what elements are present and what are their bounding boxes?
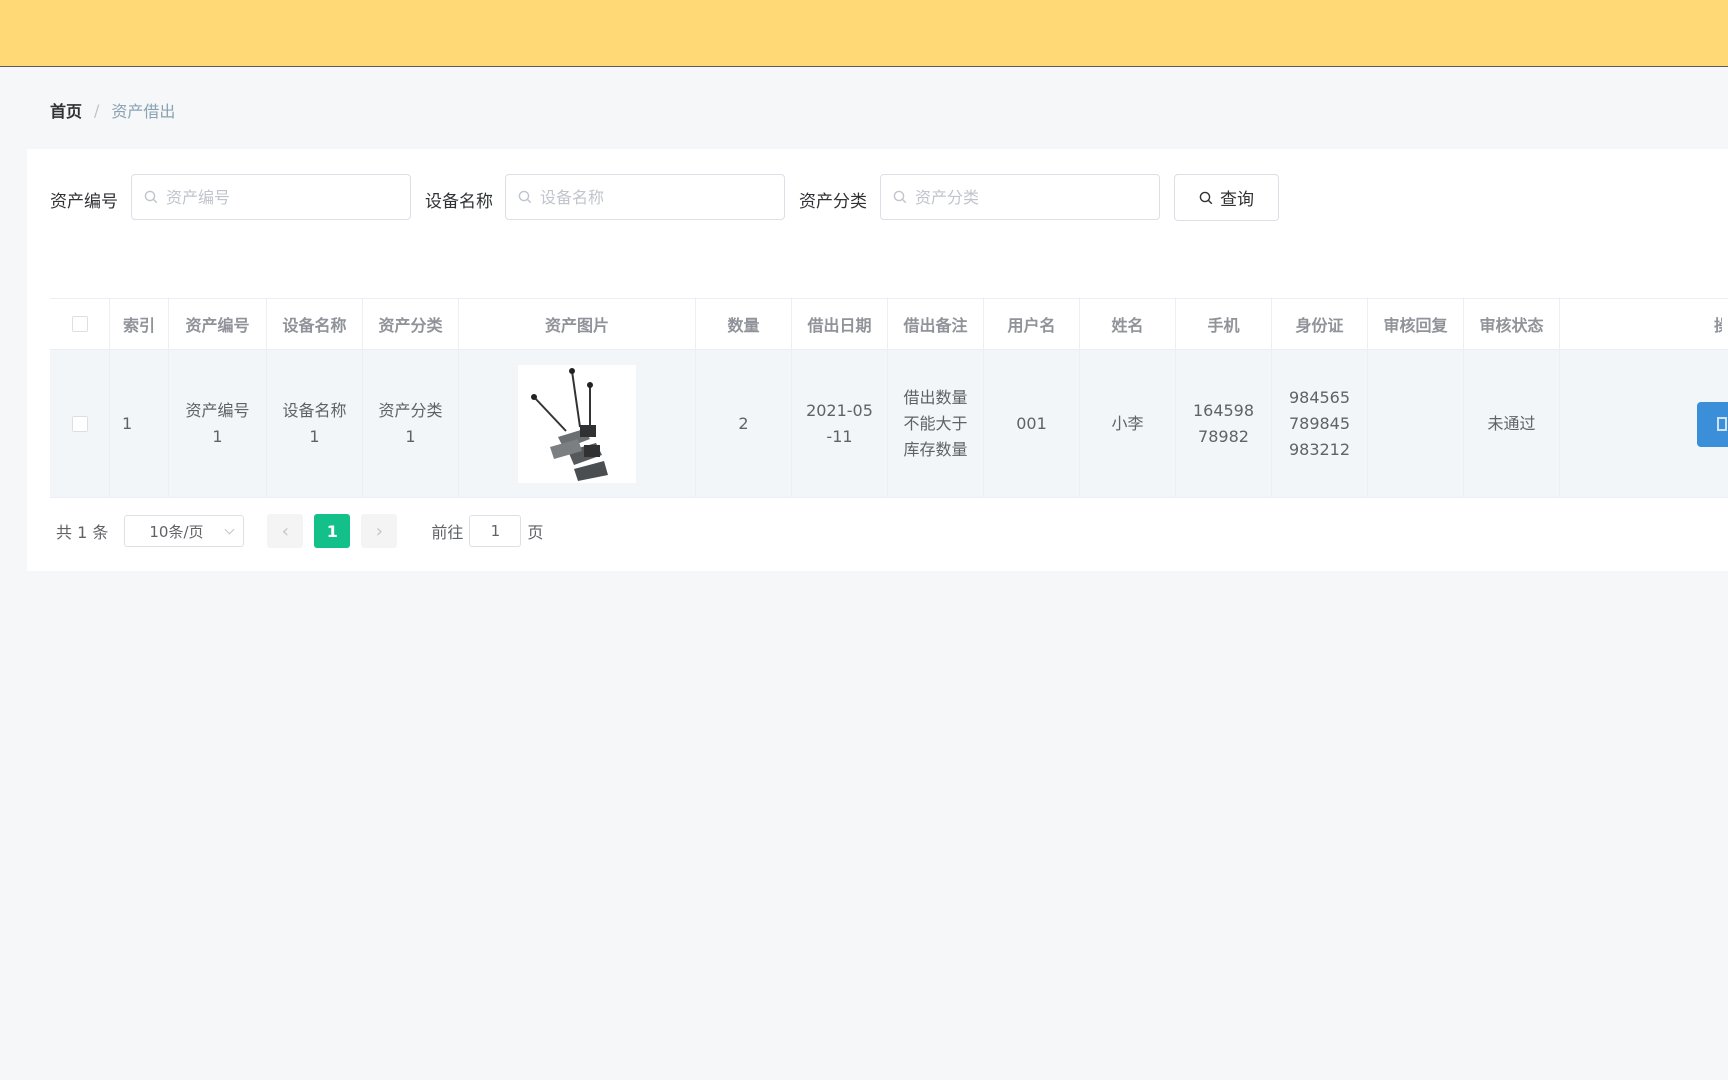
cell-phone-text: 16459878982 [1192,400,1255,446]
cell-asset-no: 资产编号1 [169,350,267,497]
row-action-button[interactable] [1697,402,1728,447]
col-header-asset-no[interactable]: 资产编号 [169,299,267,349]
goto-suffix: 页 [527,523,544,542]
col-header-actions-label: 操作 [1713,316,1722,335]
breadcrumb-current: 资产借出 [111,102,176,121]
next-page-button[interactable]: › [361,514,398,548]
query-button[interactable]: 查询 [1174,174,1279,221]
table-row[interactable]: 1 资产编号1 设备名称1 资产分类1 2 2021-05-11 借出数量不能大… [50,350,1728,498]
chevron-left-icon: ‹ [281,520,289,542]
category-input[interactable] [915,187,1135,207]
cell-review-status-text: 未通过 [1487,413,1536,433]
asset-no-label: 资产编号 [50,192,118,212]
cell-phone: 16459878982 [1176,350,1272,497]
cell-borrow-date: 2021-05-11 [792,350,888,497]
select-all-checkbox[interactable] [71,316,88,332]
breadcrumb: 首页 / 资产借出 [50,98,175,122]
top-header-bar [0,0,1728,67]
col-header-review-reply[interactable]: 审核回复 [1368,299,1464,349]
col-header-username[interactable]: 用户名 [984,299,1080,349]
cell-remark-text: 借出数量不能大于库存数量 [903,387,968,459]
page-number-1[interactable]: 1 [314,514,351,548]
microphone-image [518,364,636,483]
asset-no-input[interactable] [166,187,386,207]
cell-category-text: 资产分类1 [378,400,443,446]
table-header: 索引 资产编号 设备名称 资产分类 资产图片 数量 借出日期 借出备注 用户名 … [50,298,1728,350]
breadcrumb-home[interactable]: 首页 [50,98,82,122]
goto-page-input[interactable]: 1 [469,515,522,547]
row-select-cell [50,350,110,497]
device-name-field[interactable] [505,174,785,220]
breadcrumb-separator: / [94,100,100,120]
data-table: 索引 资产编号 设备名称 资产分类 资产图片 数量 借出日期 借出备注 用户名 … [50,298,1728,498]
search-icon [144,190,158,204]
prev-page-button[interactable]: ‹ [267,514,304,548]
cell-username-text: 001 [1016,413,1047,433]
device-name-input[interactable] [540,187,760,207]
device-name-label: 设备名称 [425,192,493,212]
search-icon [1199,191,1213,204]
cell-review-reply [1368,350,1464,497]
col-header-index[interactable]: 索引 [110,299,169,349]
pagination: 共 1 条 10条/页 ‹ 1 › 前往 1 页 [56,514,543,548]
category-label: 资产分类 [799,192,867,212]
asset-no-field[interactable] [131,174,411,220]
cell-name-text: 小李 [1111,413,1144,433]
col-header-image[interactable]: 资产图片 [459,299,696,349]
cell-quantity: 2 [696,350,792,497]
col-header-device-name[interactable]: 设备名称 [267,299,363,349]
cell-device-name-text: 设备名称1 [282,400,347,446]
category-field[interactable] [880,174,1160,220]
cell-id-card: 984565789845983212 [1272,350,1368,497]
cell-username: 001 [984,350,1080,497]
cell-asset-no-text: 资产编号1 [185,400,250,446]
goto-label: 前往 [431,523,464,542]
chevron-right-icon: › [375,520,383,542]
col-header-quantity[interactable]: 数量 [696,299,792,349]
cell-image [459,350,696,497]
page-size-select[interactable]: 10条/页 [124,515,245,547]
cell-id-card-text: 984565789845983212 [1288,387,1351,459]
cell-name: 小李 [1080,350,1176,497]
col-header-borrow-date[interactable]: 借出日期 [792,299,888,349]
header-select-all [50,299,110,349]
cell-index: 1 [110,350,169,497]
col-header-remark[interactable]: 借出备注 [888,299,984,349]
pagination-total: 共 1 条 [56,523,109,542]
row-checkbox[interactable] [71,415,88,432]
col-header-category[interactable]: 资产分类 [363,299,459,349]
col-header-actions: 操作 [1560,299,1722,349]
details-icon [1717,417,1727,431]
cell-remark: 借出数量不能大于库存数量 [888,350,984,497]
cell-quantity-text: 2 [738,413,749,433]
cell-device-name: 设备名称1 [267,350,363,497]
cell-borrow-date-text: 2021-05-11 [806,400,873,446]
query-button-label: 查询 [1220,190,1254,210]
search-icon [893,190,907,204]
col-header-id-card[interactable]: 身份证 [1272,299,1368,349]
col-header-name[interactable]: 姓名 [1080,299,1176,349]
cell-index-text: 1 [122,413,133,433]
chevron-down-icon [224,524,235,535]
col-header-review-status[interactable]: 审核状态 [1464,299,1560,349]
search-icon [518,190,532,204]
col-header-phone[interactable]: 手机 [1176,299,1272,349]
page-size-value: 10条/页 [149,522,204,541]
cell-category: 资产分类1 [363,350,459,497]
cell-review-status: 未通过 [1464,350,1560,497]
